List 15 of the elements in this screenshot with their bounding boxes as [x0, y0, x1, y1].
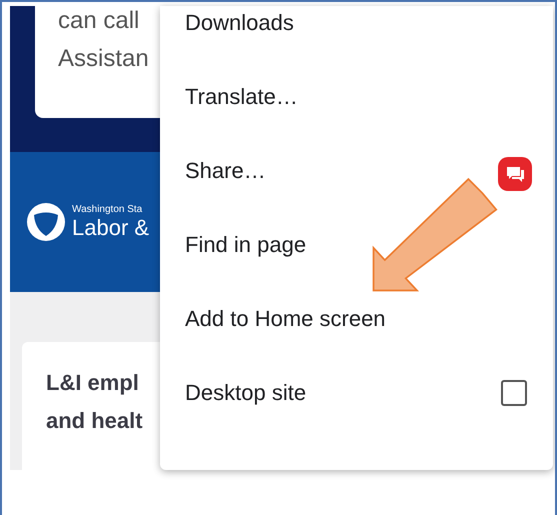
- chat-bubble-icon[interactable]: [497, 156, 533, 192]
- agency-name: Labor &: [72, 214, 150, 240]
- card-text: can call: [58, 6, 140, 36]
- article-heading: and healt: [46, 408, 144, 434]
- agency-line: Washington Sta: [72, 204, 144, 214]
- logo-icon: [26, 202, 66, 242]
- menu-item[interactable]: Translate…: [160, 60, 553, 134]
- menu-item[interactable]: Downloads: [160, 2, 553, 60]
- menu-item[interactable]: Share…: [160, 134, 553, 208]
- card-text: Assistan: [58, 44, 150, 74]
- menu-item[interactable]: Desktop site: [160, 356, 553, 430]
- article-heading: L&I empl: [46, 370, 140, 396]
- menu-item[interactable]: Find in page: [160, 208, 553, 282]
- menu-item[interactable]: Add to Home screen: [160, 282, 553, 356]
- checkbox[interactable]: [501, 380, 527, 406]
